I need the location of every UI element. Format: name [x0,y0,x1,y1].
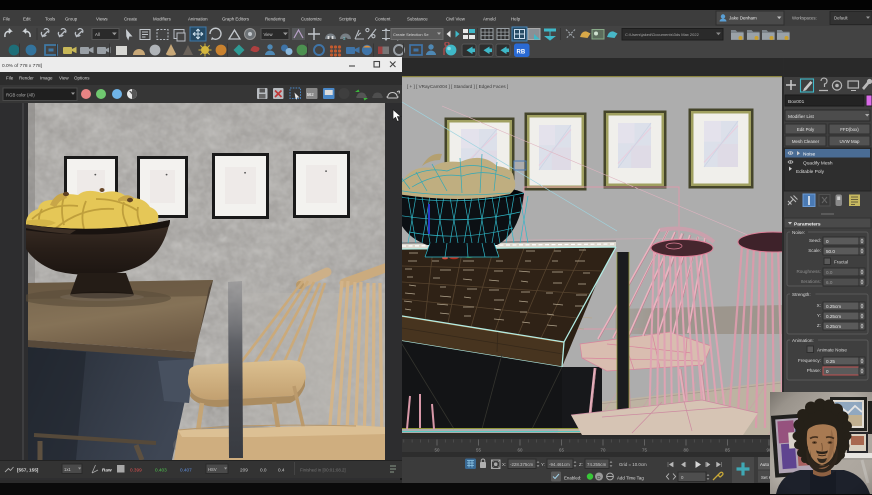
svg-text:Roughness:: Roughness: [796,269,821,274]
svg-text:Scale:: Scale: [808,248,821,253]
svg-text:C:\Users\jaked\Documents\3ds M: C:\Users\jaked\Documents\3ds Max 2022 [625,32,700,37]
svg-text:Image: Image [40,76,53,81]
svg-text:65: 65 [559,448,564,453]
svg-text:Rendering: Rendering [265,17,286,22]
svg-text:Frequency:: Frequency: [798,358,821,363]
svg-text:X:: X: [817,303,821,308]
svg-text:Views: Views [96,17,108,22]
svg-text:Edit Poly: Edit Poly [797,127,815,132]
svg-text:85: 85 [725,448,730,453]
svg-text:0.407: 0.407 [180,468,192,473]
svg-text:-228.375cm: -228.375cm [510,462,534,467]
svg-text:0.25cm: 0.25cm [826,304,841,309]
svg-text:562: 562 [307,92,315,97]
svg-text:Editable Poly: Editable Poly [796,169,825,175]
svg-text:Strength:: Strength: [792,292,811,297]
svg-text:60: 60 [518,448,523,453]
svg-text:View: View [59,76,69,81]
svg-text:Animation:: Animation: [792,338,814,343]
svg-text:Render: Render [19,76,34,81]
svg-text:Create Selection Se: Create Selection Se [393,32,429,37]
svg-text:75: 75 [642,448,647,453]
svg-text:Raw: Raw [102,468,112,473]
svg-text:0.0: 0.0 [260,468,267,473]
svg-text:Parameters: Parameters [794,222,821,228]
svg-text:Edit: Edit [23,17,31,22]
svg-text:Graph Editors: Graph Editors [222,17,250,22]
svg-text:Add Time Tag: Add Time Tag [617,475,644,480]
svg-text:All: All [95,32,100,37]
svg-text:File: File [3,17,11,22]
svg-text:Mesh Cleaner: Mesh Cleaner [792,139,820,144]
svg-text:Options: Options [74,76,90,81]
svg-text:Jake Denham: Jake Denham [729,16,757,21]
svg-text:0.25: 0.25 [826,359,835,364]
svg-text:Y:: Y: [817,313,821,318]
svg-text:0: 0 [826,239,829,244]
svg-text:-94.461cm: -94.461cm [549,462,570,467]
svg-text:UVW Map: UVW Map [839,139,860,144]
svg-text:0.0% of 778 x 778]: 0.0% of 778 x 778] [2,63,42,69]
svg-text:Phase:: Phase: [807,368,821,373]
svg-text:0.403: 0.403 [155,468,167,473]
svg-text:80: 80 [684,448,689,453]
svg-text:0.25cm: 0.25cm [826,324,841,329]
svg-text:Arnold: Arnold [483,17,496,22]
svg-text:Civil View: Civil View [446,17,466,22]
svg-text:Animation: Animation [188,17,208,22]
svg-text:Customize: Customize [301,17,322,22]
svg-text:Substance: Substance [407,17,428,22]
svg-text:Y:: Y: [541,462,545,467]
svg-text:0.4: 0.4 [278,468,285,473]
svg-text:Content: Content [375,17,391,22]
svg-text:0.399: 0.399 [130,468,142,473]
svg-text:Fractal: Fractal [834,260,848,265]
svg-text:Default: Default [834,16,848,21]
svg-text:Tools: Tools [45,17,56,22]
svg-text:Help: Help [511,17,521,22]
svg-text:50.0: 50.0 [826,249,835,254]
svg-text:209: 209 [240,468,248,473]
svg-text:Finished in [00:01:08.2]: Finished in [00:01:08.2] [300,468,346,473]
svg-text:Noise: Noise [803,152,816,158]
svg-text:View: View [264,32,274,37]
svg-text:RGB color (All): RGB color (All) [6,93,35,98]
svg-text:Workspaces:: Workspaces: [792,16,817,21]
svg-text:File: File [6,76,14,81]
svg-text:50: 50 [435,448,440,453]
svg-text:Enabled:: Enabled: [564,475,581,480]
svg-text:Modifier List: Modifier List [788,114,815,120]
svg-text:Noise:: Noise: [792,230,805,235]
svg-text:X:: X: [502,462,506,467]
svg-text:Grid = 10.0cm: Grid = 10.0cm [619,462,647,467]
svg-text:55: 55 [476,448,481,453]
svg-text:Box001: Box001 [788,99,805,105]
svg-text:Z:: Z: [817,323,821,328]
svg-text:0: 0 [826,369,829,374]
svg-text:HSV: HSV [208,467,217,472]
svg-text:Quadify Mesh: Quadify Mesh [803,161,833,167]
svg-text:6.0: 6.0 [826,280,833,285]
svg-text:RB: RB [517,50,526,56]
svg-text:[557, 155]: [557, 155] [17,468,39,473]
svg-text:FFD(box): FFD(box) [840,127,859,132]
svg-text:1x1: 1x1 [64,467,71,472]
svg-text:0.0: 0.0 [826,270,833,275]
svg-text:[ + ] [ VRayCam004 ] [ Standar: [ + ] [ VRayCam004 ] [ Standard ] [ Edge… [407,84,508,89]
svg-text:Seed:: Seed: [809,238,821,243]
svg-text:Group: Group [65,17,78,22]
svg-text:Scripting: Scripting [339,17,357,22]
svg-text:Create: Create [124,17,138,22]
svg-text:70: 70 [601,448,606,453]
svg-text:Animate Noise: Animate Noise [817,348,847,353]
svg-text:Iterations:: Iterations: [801,279,821,284]
svg-text:Z:: Z: [579,462,583,467]
svg-text:Modifiers: Modifiers [153,17,172,22]
svg-text:0.25cm: 0.25cm [826,314,841,319]
svg-text:74.255cm: 74.255cm [587,462,607,467]
